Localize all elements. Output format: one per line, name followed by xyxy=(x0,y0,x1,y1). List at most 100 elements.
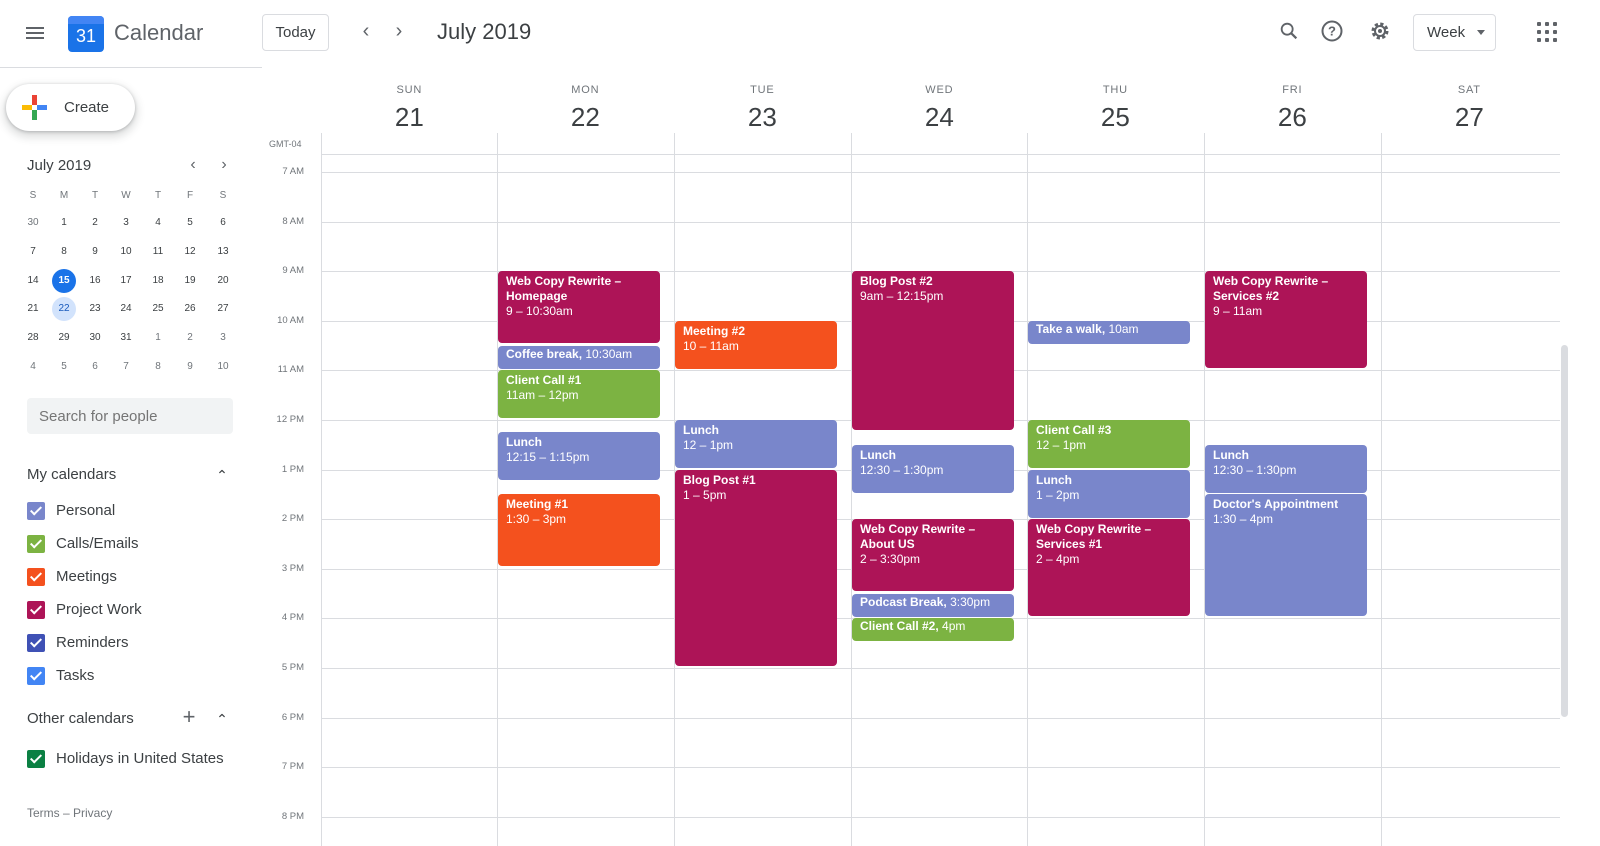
mini-calendar-day[interactable]: 3 xyxy=(211,326,235,350)
mini-calendar-day[interactable]: 16 xyxy=(83,269,107,293)
create-button[interactable]: Create xyxy=(6,84,135,131)
next-week-icon[interactable]: › xyxy=(388,20,410,42)
mini-calendar-day[interactable]: 13 xyxy=(211,240,235,264)
day-header[interactable]: FRI 26 xyxy=(1204,84,1381,133)
calendar-event[interactable]: Blog Post #2 9am – 12:15pm xyxy=(852,271,1014,430)
mini-calendar-next-icon[interactable]: › xyxy=(214,155,234,175)
day-header-number[interactable]: 21 xyxy=(321,102,498,133)
calendar-checkbox[interactable] xyxy=(27,667,45,685)
calendar-item[interactable]: Meetings xyxy=(27,566,237,590)
calendar-event[interactable]: Lunch 1 – 2pm xyxy=(1028,470,1190,518)
day-header[interactable]: TUE 23 xyxy=(674,84,851,133)
day-header-number[interactable]: 25 xyxy=(1027,102,1204,133)
mini-calendar-day[interactable]: 25 xyxy=(146,297,170,321)
mini-calendar-day[interactable]: 17 xyxy=(114,269,138,293)
mini-calendar-day[interactable]: 10 xyxy=(114,240,138,264)
mini-calendar-day[interactable]: 15 xyxy=(52,269,76,293)
calendar-event[interactable]: Lunch 12:30 – 1:30pm xyxy=(1205,445,1367,493)
day-header[interactable]: SAT 27 xyxy=(1381,84,1558,133)
calendar-event[interactable]: Client Call #1 11am – 12pm xyxy=(498,370,660,418)
search-people-input[interactable] xyxy=(27,398,233,434)
collapse-my-calendars-icon[interactable]: ⌃ xyxy=(214,467,230,483)
day-header-number[interactable]: 23 xyxy=(674,102,851,133)
mini-calendar-day[interactable]: 19 xyxy=(178,269,202,293)
day-header[interactable]: MON 22 xyxy=(497,84,674,133)
calendar-event[interactable]: Client Call #2, 4pm xyxy=(852,618,1014,641)
calendar-event[interactable]: Meeting #1 1:30 – 3pm xyxy=(498,494,660,566)
mini-calendar-day[interactable]: 11 xyxy=(146,240,170,264)
day-header-number[interactable]: 27 xyxy=(1381,102,1558,133)
mini-calendar-day[interactable]: 6 xyxy=(211,211,235,235)
mini-calendar-day[interactable]: 3 xyxy=(114,211,138,235)
mini-calendar-day[interactable]: 28 xyxy=(21,326,45,350)
calendar-item[interactable]: Tasks xyxy=(27,665,237,689)
collapse-other-calendars-icon[interactable]: ⌃ xyxy=(214,711,230,727)
calendar-event[interactable]: Web Copy Rewrite – About US 2 – 3:30pm xyxy=(852,519,1014,591)
day-header[interactable]: WED 24 xyxy=(851,84,1028,133)
calendar-event[interactable]: Web Copy Rewrite – Homepage 9 – 10:30am xyxy=(498,271,660,343)
main-menu-icon[interactable] xyxy=(24,24,46,42)
calendar-event[interactable]: Client Call #3 12 – 1pm xyxy=(1028,420,1190,468)
mini-calendar-day[interactable]: 30 xyxy=(83,326,107,350)
mini-calendar-day[interactable]: 10 xyxy=(211,355,235,379)
mini-calendar-day[interactable]: 6 xyxy=(83,355,107,379)
calendar-checkbox[interactable] xyxy=(27,502,45,520)
mini-calendar-prev-icon[interactable]: ‹ xyxy=(183,155,203,175)
calendar-checkbox[interactable] xyxy=(27,634,45,652)
help-icon[interactable]: ? xyxy=(1317,16,1347,46)
calendar-event[interactable]: Podcast Break, 3:30pm xyxy=(852,594,1014,617)
mini-calendar-day[interactable]: 8 xyxy=(146,355,170,379)
mini-calendar-day[interactable]: 21 xyxy=(21,297,45,321)
mini-calendar-day[interactable]: 31 xyxy=(114,326,138,350)
terms-privacy-links[interactable]: Terms – Privacy xyxy=(27,806,112,820)
day-header-number[interactable]: 26 xyxy=(1204,102,1381,133)
day-header[interactable]: THU 25 xyxy=(1027,84,1204,133)
mini-calendar-day[interactable]: 1 xyxy=(52,211,76,235)
mini-calendar-day[interactable]: 2 xyxy=(83,211,107,235)
mini-calendar-day[interactable]: 18 xyxy=(146,269,170,293)
calendar-checkbox[interactable] xyxy=(27,601,45,619)
mini-calendar-day[interactable]: 22 xyxy=(52,297,76,321)
mini-calendar-day[interactable]: 7 xyxy=(21,240,45,264)
calendar-item[interactable]: Personal xyxy=(27,500,237,524)
today-button[interactable]: Today xyxy=(262,14,329,51)
calendar-event[interactable]: Doctor's Appointment 1:30 – 4pm xyxy=(1205,494,1367,616)
calendar-event[interactable]: Blog Post #1 1 – 5pm xyxy=(675,470,837,666)
previous-week-icon[interactable]: ‹ xyxy=(355,20,377,42)
calendar-item[interactable]: Project Work xyxy=(27,599,237,623)
calendar-event[interactable]: Meeting #2 10 – 11am xyxy=(675,321,837,369)
day-header-number[interactable]: 24 xyxy=(851,102,1028,133)
calendar-checkbox[interactable] xyxy=(27,535,45,553)
calendar-event[interactable]: Lunch 12:15 – 1:15pm xyxy=(498,432,660,480)
calendar-event[interactable]: Web Copy Rewrite – Services #1 2 – 4pm xyxy=(1028,519,1190,616)
mini-calendar-day[interactable]: 23 xyxy=(83,297,107,321)
calendar-event[interactable]: Coffee break, 10:30am xyxy=(498,346,660,369)
add-other-calendar-icon[interactable]: + xyxy=(180,706,198,728)
calendar-checkbox[interactable] xyxy=(27,568,45,586)
mini-calendar-day[interactable]: 9 xyxy=(178,355,202,379)
mini-calendar-day[interactable]: 1 xyxy=(146,326,170,350)
calendar-event[interactable]: Lunch 12:30 – 1:30pm xyxy=(852,445,1014,493)
mini-calendar-day[interactable]: 14 xyxy=(21,269,45,293)
mini-calendar-day[interactable]: 9 xyxy=(83,240,107,264)
calendar-event[interactable]: Web Copy Rewrite – Services #2 9 – 11am xyxy=(1205,271,1367,368)
google-apps-grid-icon[interactable] xyxy=(1537,22,1557,42)
calendar-event[interactable]: Take a walk, 10am xyxy=(1028,321,1190,344)
mini-calendar-day[interactable]: 27 xyxy=(211,297,235,321)
mini-calendar-day[interactable]: 2 xyxy=(178,326,202,350)
other-calendars-title[interactable]: Other calendars xyxy=(27,710,134,727)
mini-calendar-day[interactable]: 4 xyxy=(146,211,170,235)
mini-calendar-day[interactable]: 26 xyxy=(178,297,202,321)
mini-calendar-day[interactable]: 7 xyxy=(114,355,138,379)
mini-calendar-day[interactable]: 5 xyxy=(178,211,202,235)
grid-scrollbar[interactable] xyxy=(1561,345,1568,717)
mini-calendar-day[interactable]: 30 xyxy=(21,211,45,235)
mini-calendar-day[interactable]: 20 xyxy=(211,269,235,293)
day-header-number[interactable]: 22 xyxy=(497,102,674,133)
mini-calendar-day[interactable]: 4 xyxy=(21,355,45,379)
search-icon[interactable] xyxy=(1274,16,1304,46)
calendar-item[interactable]: Holidays in United States xyxy=(27,748,237,772)
settings-gear-icon[interactable] xyxy=(1365,16,1395,46)
mini-calendar-day[interactable]: 29 xyxy=(52,326,76,350)
calendar-checkbox[interactable] xyxy=(27,750,45,768)
